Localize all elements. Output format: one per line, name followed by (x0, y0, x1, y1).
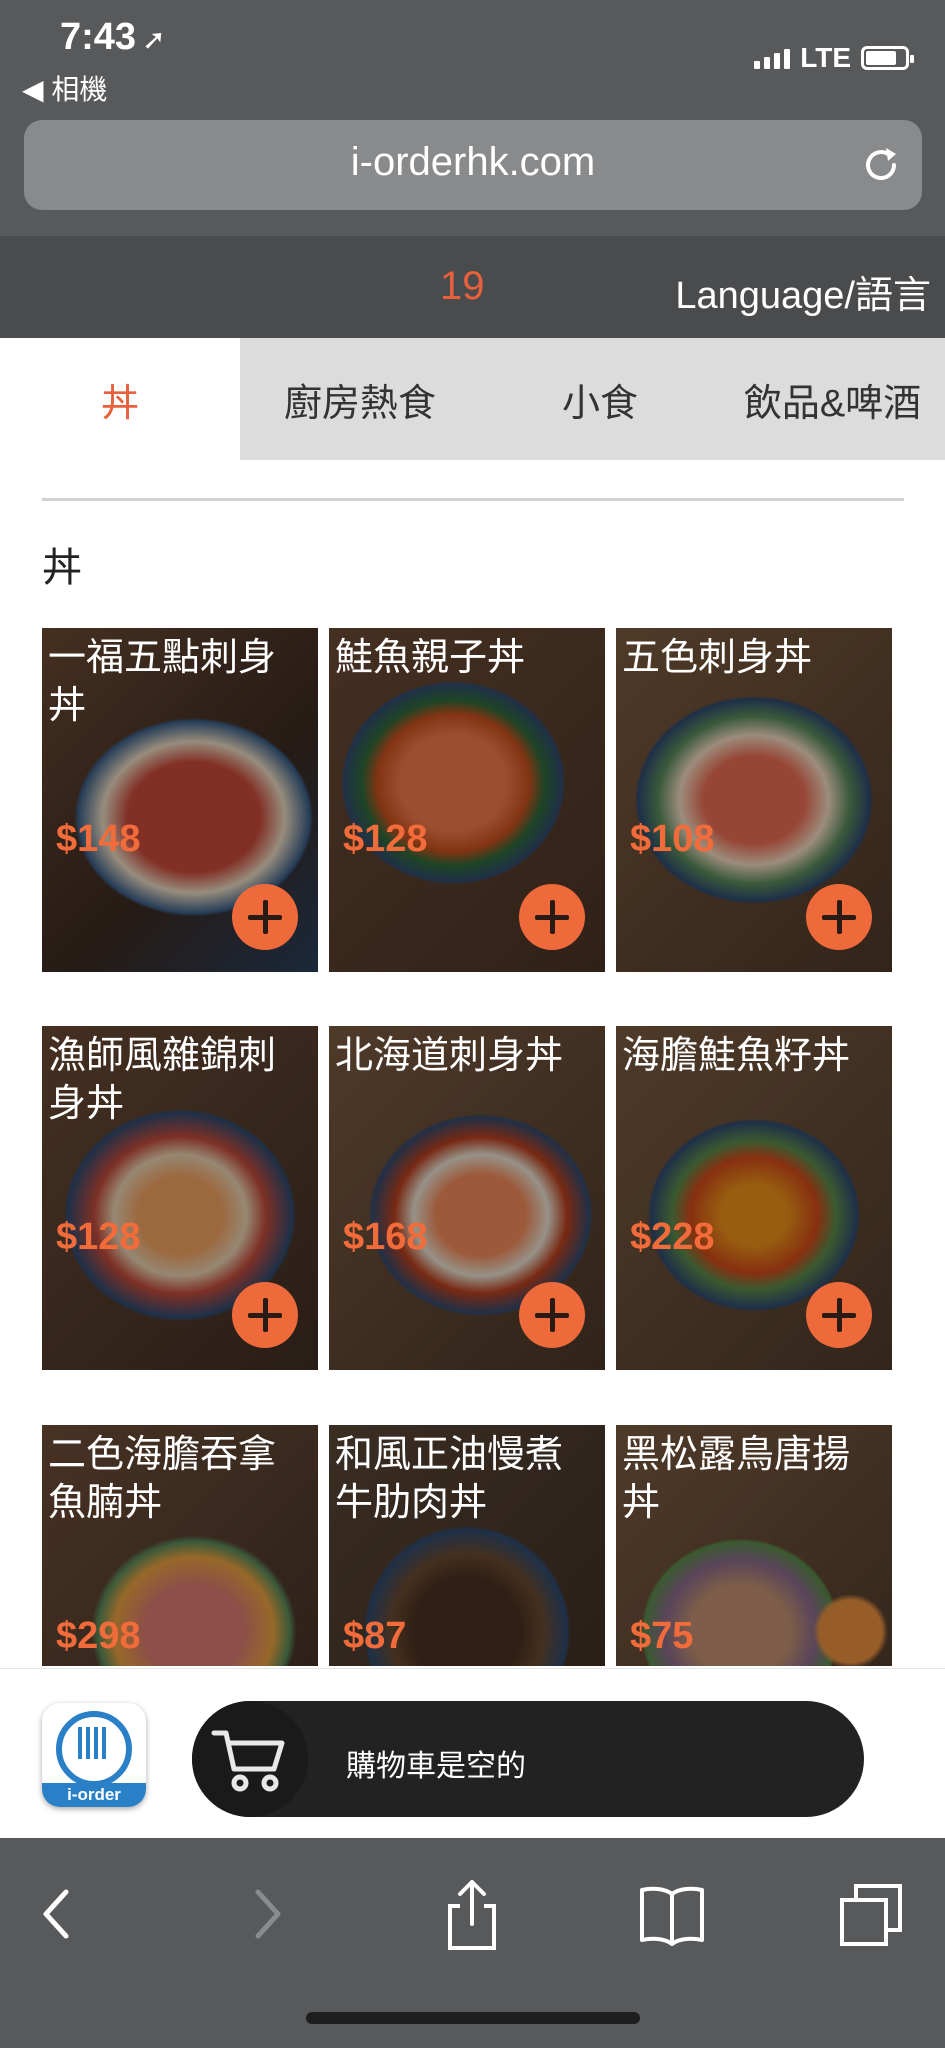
reload-icon[interactable] (858, 142, 904, 188)
cart-button[interactable]: 購物車是空的 (192, 1701, 864, 1817)
add-item-button[interactable] (232, 1282, 298, 1348)
forward-icon[interactable] (230, 1878, 302, 1950)
section-divider (42, 498, 904, 501)
status-time: 7:43 ➚ (60, 16, 166, 58)
item-name: 和風正油慢煮牛肋肉丼 (335, 1434, 564, 1524)
page-header: 19 Language/語言 (0, 236, 945, 338)
menu-item-card[interactable]: 北海道刺身丼 $168 (329, 1026, 605, 1370)
menu-item-card[interactable]: 一福五點刺身丼 $148 (42, 628, 318, 972)
i-order-logo[interactable]: i-order (42, 1703, 146, 1807)
item-name: 鮭魚親子丼 (335, 637, 526, 679)
add-item-button[interactable] (519, 1282, 585, 1348)
cart-bar: i-order 購物車是空的 (0, 1668, 945, 1838)
menu-item-card[interactable]: 鮭魚親子丼 $128 (329, 628, 605, 972)
add-item-button[interactable] (232, 884, 298, 950)
home-indicator[interactable] (306, 2012, 640, 2024)
add-item-button[interactable] (806, 884, 872, 950)
cart-status-text: 購物車是空的 (346, 1750, 526, 1783)
item-price: $228 (630, 1216, 715, 1258)
item-price: $298 (56, 1615, 141, 1657)
add-item-button[interactable] (806, 1282, 872, 1348)
item-name: 一福五點刺身丼 (48, 637, 277, 727)
item-price: $87 (343, 1615, 407, 1657)
logo-label: i-order (42, 1783, 146, 1807)
item-price: $128 (343, 818, 428, 860)
status-and-url-area: 7:43 ➚ ◀ 相機 LTE i-orderhk.com (0, 0, 945, 236)
status-indicators: LTE (754, 42, 914, 74)
battery-icon (861, 46, 914, 70)
item-name: 北海道刺身丼 (335, 1035, 564, 1077)
add-item-button[interactable] (519, 884, 585, 950)
item-name: 漁師風雜錦刺身丼 (48, 1035, 277, 1125)
network-label: LTE (800, 42, 851, 73)
tab-donburi[interactable]: 丼 (0, 338, 240, 460)
tab-kitchen-hot-food[interactable]: 廚房熱食 (240, 338, 480, 460)
language-button[interactable]: Language/語言 (675, 264, 931, 319)
tab-drinks-beer[interactable]: 飲品&啤酒 (720, 338, 945, 460)
tab-snacks[interactable]: 小食 (480, 338, 720, 460)
tabs-icon[interactable] (836, 1878, 908, 1950)
menu-item-card[interactable]: 五色刺身丼 $108 (616, 628, 892, 972)
shopping-cart-icon (211, 1730, 285, 1792)
menu-item-card[interactable]: 海膽鮭魚籽丼 $228 (616, 1026, 892, 1370)
item-price: $128 (56, 1216, 141, 1258)
bookmarks-icon[interactable] (636, 1878, 708, 1950)
menu-grid: 一福五點刺身丼 $148 鮭魚親子丼 $128 五色刺身丼 $108 漁師風雜錦… (42, 628, 892, 1666)
signal-icon (754, 47, 791, 69)
item-name: 二色海膽吞拿魚腩丼 (48, 1434, 277, 1524)
item-price: $168 (343, 1216, 428, 1258)
menu-item-card[interactable]: 二色海膽吞拿魚腩丼 $298 (42, 1425, 318, 1666)
share-icon[interactable] (436, 1878, 508, 1950)
table-number: 19 (440, 264, 485, 308)
menu-item-card[interactable]: 和風正油慢煮牛肋肉丼 $87 (329, 1425, 605, 1666)
url-bar[interactable]: i-orderhk.com (24, 120, 922, 210)
item-name: 五色刺身丼 (622, 637, 813, 679)
back-icon[interactable] (22, 1878, 94, 1950)
item-price: $75 (630, 1615, 694, 1657)
back-to-app-link[interactable]: ◀ 相機 (22, 68, 107, 108)
section-title: 丼 (42, 546, 82, 590)
menu-item-card[interactable]: 漁師風雜錦刺身丼 $128 (42, 1026, 318, 1370)
qr-code-icon (78, 1727, 110, 1759)
item-name: 海膽鮭魚籽丼 (622, 1035, 851, 1077)
item-name: 黑松露鳥唐揚丼 (622, 1434, 851, 1524)
item-price: $108 (630, 818, 715, 860)
menu-item-card[interactable]: 黑松露鳥唐揚丼 $75 (616, 1425, 892, 1666)
item-price: $148 (56, 818, 141, 860)
location-arrow-icon: ➚ (142, 24, 166, 55)
cart-icon-circle (192, 1701, 308, 1817)
category-tabs: 丼 廚房熱食 小食 飲品&啤酒 (0, 338, 945, 460)
url-text: i-orderhk.com (350, 140, 596, 184)
